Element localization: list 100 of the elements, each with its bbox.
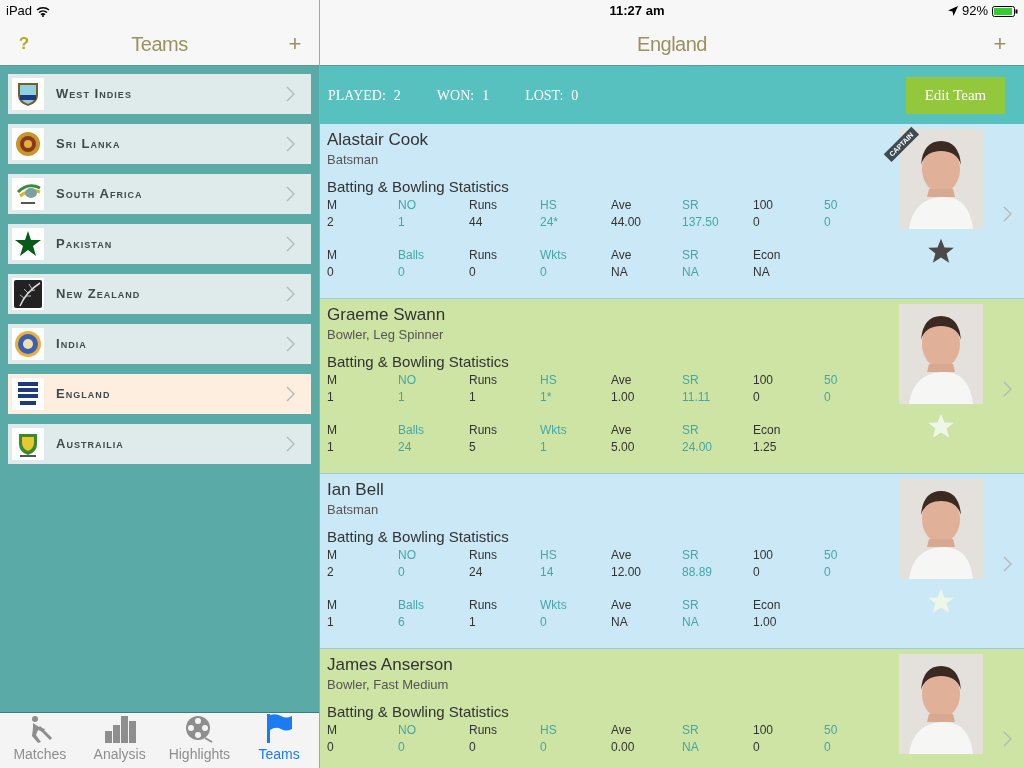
team-title: England bbox=[637, 31, 707, 57]
stats-title: Batting & Bowling Statistics bbox=[327, 177, 510, 197]
stat-value: 0 bbox=[398, 564, 406, 581]
stat-value: 24 bbox=[469, 564, 484, 581]
player-name: Graeme Swann bbox=[327, 304, 447, 326]
star-icon[interactable] bbox=[927, 412, 955, 440]
stat-header: Ave bbox=[611, 597, 633, 614]
stat-header: SR bbox=[682, 722, 700, 739]
team-name: Austrailia bbox=[56, 435, 125, 454]
stat-header: SR bbox=[682, 247, 700, 264]
tab[interactable]: Teams bbox=[239, 713, 319, 768]
player-card[interactable]: James Anserson Bowler, Fast Medium Batting & Bowling Statistics M NO Runs HS Ave SR 100 50 0 0 0 0 0.00 NA 0 0 bbox=[320, 649, 1024, 768]
stat-value: 0 bbox=[398, 739, 406, 756]
bar-chart-icon bbox=[103, 715, 136, 743]
stat-value: 2 bbox=[327, 564, 335, 581]
stat-header: HS bbox=[540, 197, 558, 214]
stat-value: 0 bbox=[540, 614, 548, 631]
sidebar-title: Teams bbox=[131, 31, 188, 57]
stat-header: Econ bbox=[753, 247, 782, 264]
team-name: Pakistan bbox=[56, 235, 114, 254]
wifi-icon bbox=[36, 5, 51, 17]
film-reel-icon bbox=[185, 715, 214, 743]
stat-value: NA bbox=[682, 614, 700, 631]
team-item[interactable]: Sri Lanka bbox=[8, 124, 311, 164]
stat-header: Ave bbox=[611, 372, 633, 389]
stat-header: 100 bbox=[753, 547, 775, 564]
stat-header: Wkts bbox=[540, 597, 568, 614]
stat-value: 24 bbox=[398, 439, 413, 456]
player-card[interactable]: Ian Bell Batsman Batting & Bowling Statistics M NO Runs HS Ave SR 100 50 2 0 24 14 12.00 88.89 0 0 M Balls Runs Wkts Ave SR Econ 1 6 1 0 NA NA 1.00 bbox=[320, 474, 1024, 649]
stat-value: 0 bbox=[753, 564, 761, 581]
stat-value: 0 bbox=[540, 739, 548, 756]
player-role: Bowler, Leg Spinner bbox=[327, 326, 445, 344]
summary-value: 1 bbox=[482, 86, 490, 105]
stat-header: Runs bbox=[469, 197, 498, 214]
stat-header: M bbox=[327, 372, 338, 389]
chevron-right-icon bbox=[286, 136, 295, 152]
stat-value: 0 bbox=[327, 264, 335, 281]
team-item[interactable]: England bbox=[8, 374, 311, 414]
stat-header: Ave bbox=[611, 247, 633, 264]
team-item[interactable]: Austrailia bbox=[8, 424, 311, 464]
stat-header: Econ bbox=[753, 422, 782, 439]
chevron-right-icon bbox=[286, 386, 295, 402]
battery-icon bbox=[992, 5, 1018, 17]
stat-value: 1* bbox=[540, 389, 553, 406]
stat-value: 11.11 bbox=[682, 389, 712, 406]
stat-value: 0 bbox=[398, 264, 406, 281]
stat-header: 100 bbox=[753, 722, 775, 739]
team-item[interactable]: Pakistan bbox=[8, 224, 311, 264]
stat-value: 0 bbox=[469, 264, 477, 281]
stat-value: 1 bbox=[398, 214, 406, 231]
stat-value: 5.00 bbox=[611, 439, 636, 456]
team-name: South Africa bbox=[56, 185, 144, 204]
summary-label: WON: bbox=[436, 86, 475, 105]
summary-label: PLAYED: bbox=[328, 86, 386, 105]
stat-value: NA bbox=[682, 264, 700, 281]
stat-header: Balls bbox=[398, 247, 425, 264]
team-name: Sri Lanka bbox=[56, 135, 122, 154]
stat-value: 0 bbox=[824, 389, 832, 406]
summary-label: LOST: bbox=[525, 86, 564, 105]
stat-header: 50 bbox=[824, 547, 839, 564]
star-icon[interactable] bbox=[927, 237, 955, 265]
stat-value: 1 bbox=[469, 389, 477, 406]
stat-header: Econ bbox=[753, 597, 782, 614]
stat-header: NO bbox=[398, 197, 417, 214]
stat-header: HS bbox=[540, 372, 558, 389]
stat-header: SR bbox=[682, 197, 700, 214]
star-icon[interactable] bbox=[927, 587, 955, 615]
stat-header: Ave bbox=[611, 547, 633, 564]
stat-value: 1 bbox=[540, 439, 548, 456]
chevron-right-icon bbox=[286, 286, 295, 302]
stat-header: Runs bbox=[469, 547, 498, 564]
team-item[interactable]: West Indies bbox=[8, 74, 311, 114]
stat-value: 0 bbox=[824, 214, 832, 231]
stat-header: Runs bbox=[469, 597, 498, 614]
device-name: iPad bbox=[6, 2, 33, 21]
stat-value: 0 bbox=[824, 564, 832, 581]
stat-value: 0.00 bbox=[611, 739, 636, 756]
chevron-right-icon bbox=[1003, 205, 1012, 222]
player-role: Batsman bbox=[327, 501, 380, 519]
stat-value: 2 bbox=[327, 214, 335, 231]
team-item[interactable]: South Africa bbox=[8, 174, 311, 214]
stat-value: 44 bbox=[469, 214, 484, 231]
team-item[interactable]: India bbox=[8, 324, 311, 364]
player-card[interactable]: Graeme Swann Bowler, Leg Spinner Batting & Bowling Statistics M NO Runs HS Ave SR 100 50 1 1 1 1* 1.00 11.11 0 0 M Balls Runs Wkts Ave SR Econ 1 24 5 1 5.00 24.00 1.25 bbox=[320, 299, 1024, 474]
team-item[interactable]: New Zealand bbox=[8, 274, 311, 314]
stat-value: NA bbox=[753, 264, 771, 281]
stat-header: 50 bbox=[824, 197, 839, 214]
stat-header: M bbox=[327, 422, 338, 439]
player-name: Ian Bell bbox=[327, 479, 385, 501]
stat-value: 14 bbox=[540, 564, 555, 581]
team-name: West Indies bbox=[56, 85, 133, 104]
stat-header: HS bbox=[540, 547, 558, 564]
stat-header: SR bbox=[682, 422, 700, 439]
stat-value: 137.50 bbox=[682, 214, 720, 231]
stat-value: 1 bbox=[469, 614, 477, 631]
stat-header: 100 bbox=[753, 197, 775, 214]
chevron-right-icon bbox=[1003, 730, 1012, 747]
stat-header: Balls bbox=[398, 422, 425, 439]
stat-header: M bbox=[327, 197, 338, 214]
stat-value: NA bbox=[611, 264, 629, 281]
